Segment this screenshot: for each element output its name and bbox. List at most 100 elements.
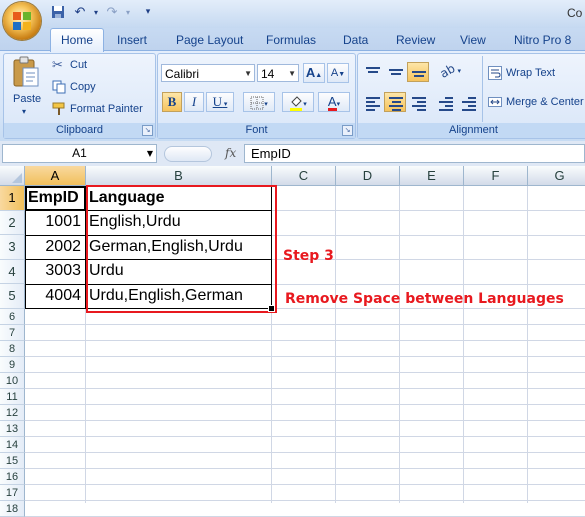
- underline-button[interactable]: U ▾: [206, 92, 234, 112]
- row-header-14[interactable]: 14: [0, 437, 25, 453]
- row-header-5[interactable]: 5: [0, 284, 25, 309]
- increase-indent-icon: [462, 97, 476, 113]
- office-button[interactable]: [3, 2, 41, 40]
- row-header-6[interactable]: 6: [0, 309, 25, 325]
- paste-button[interactable]: Paste ▾: [8, 56, 44, 118]
- gridline: [25, 468, 585, 469]
- redo-dropdown-icon[interactable]: ▾: [120, 4, 136, 20]
- clipboard-launcher-icon[interactable]: ↘: [142, 125, 153, 136]
- borders-icon: [250, 96, 264, 110]
- row-header-18[interactable]: 18: [0, 501, 25, 517]
- row-header-10[interactable]: 10: [0, 373, 25, 389]
- copy-button[interactable]: Copy: [52, 80, 96, 94]
- tab-view[interactable]: View: [460, 30, 486, 50]
- gridline: [25, 420, 585, 421]
- format-painter-label: Format Painter: [70, 102, 143, 115]
- row-header-11[interactable]: 11: [0, 389, 25, 405]
- name-box[interactable]: A1: [2, 144, 157, 163]
- font-size-select[interactable]: 14 ▼: [257, 64, 299, 82]
- copy-label: Copy: [70, 80, 96, 93]
- tab-review[interactable]: Review: [396, 30, 435, 50]
- column-header-g[interactable]: G: [528, 166, 585, 186]
- cell-a2[interactable]: 1001: [25, 213, 81, 231]
- row-header-2[interactable]: 2: [0, 210, 25, 235]
- align-bottom-button[interactable]: [407, 62, 429, 82]
- cell-a4[interactable]: 3003: [25, 262, 81, 280]
- tab-data[interactable]: Data: [343, 30, 368, 50]
- merge-center-label: Merge & Center: [506, 95, 584, 108]
- formula-value: EmpID: [251, 146, 291, 161]
- align-middle-button[interactable]: [384, 62, 406, 82]
- highlight-box: [86, 185, 277, 313]
- column-header-b[interactable]: B: [86, 166, 272, 186]
- align-left-button[interactable]: [361, 92, 383, 112]
- font-size-value: 14: [261, 67, 275, 81]
- orientation-button[interactable]: ab ▾: [436, 61, 464, 82]
- gridline: [25, 436, 585, 437]
- row-header-8[interactable]: 8: [0, 341, 25, 357]
- font-family-select[interactable]: Calibri ▼: [161, 64, 255, 82]
- insert-function-button[interactable]: fx: [225, 144, 236, 163]
- shrink-font-button[interactable]: A▼: [327, 63, 349, 83]
- cut-label: Cut: [70, 58, 88, 71]
- row-header-15[interactable]: 15: [0, 453, 25, 469]
- column-header-f[interactable]: F: [464, 166, 528, 186]
- customize-icon[interactable]: ▾: [140, 4, 156, 20]
- formula-input[interactable]: EmpID: [244, 144, 585, 163]
- borders-button[interactable]: ▾: [243, 92, 275, 112]
- font-launcher-icon[interactable]: ↘: [342, 125, 353, 136]
- bold-button[interactable]: B: [162, 92, 182, 112]
- fill-color-button[interactable]: ▾: [282, 92, 314, 112]
- wrap-text-button[interactable]: Wrap Text: [488, 66, 555, 80]
- chevron-down-icon[interactable]: ▼: [143, 144, 157, 163]
- column-header-a[interactable]: A: [25, 166, 86, 186]
- shrink-arrow-icon: ▼: [338, 71, 346, 78]
- undo-icon[interactable]: ↶: [72, 4, 88, 20]
- column-header-c[interactable]: C: [272, 166, 336, 186]
- chevron-down-icon: ▾: [336, 101, 341, 108]
- format-painter-button[interactable]: Format Painter: [52, 102, 143, 116]
- align-center-button[interactable]: [384, 92, 406, 112]
- cell-a5[interactable]: 4004: [25, 287, 81, 305]
- font-color-button[interactable]: A▾: [318, 92, 350, 112]
- column-header-e[interactable]: E: [400, 166, 464, 186]
- row-header-3[interactable]: 3: [0, 235, 25, 260]
- paste-icon: [13, 56, 39, 87]
- grow-arrow-icon: ▲: [315, 72, 323, 79]
- column-header-d[interactable]: D: [336, 166, 400, 186]
- merge-center-button[interactable]: Merge & Center: [488, 95, 584, 109]
- grow-font-button[interactable]: A▲: [303, 63, 325, 83]
- fill-handle[interactable]: [268, 305, 275, 312]
- gridline: [25, 372, 585, 373]
- row-header-12[interactable]: 12: [0, 405, 25, 421]
- tab-home[interactable]: Home: [50, 28, 104, 52]
- select-all-button[interactable]: [0, 166, 25, 186]
- tab-formulas[interactable]: Formulas: [266, 30, 316, 50]
- tab-nitro-pro[interactable]: Nitro Pro 8: [514, 30, 571, 50]
- alignment-separator: [482, 56, 483, 122]
- cell-a1[interactable]: EmpID: [28, 189, 79, 207]
- row-header-4[interactable]: 4: [0, 259, 25, 284]
- tab-page-layout[interactable]: Page Layout: [176, 30, 243, 50]
- row-header-16[interactable]: 16: [0, 469, 25, 485]
- gridline: [25, 484, 585, 485]
- align-top-button[interactable]: [361, 62, 383, 82]
- gridline: [25, 324, 585, 325]
- cut-button[interactable]: ✂ Cut: [52, 58, 87, 72]
- decrease-indent-button[interactable]: [434, 92, 456, 112]
- increase-indent-button[interactable]: [457, 92, 479, 112]
- save-icon[interactable]: [50, 4, 66, 20]
- align-right-button[interactable]: [407, 92, 429, 112]
- redo-icon[interactable]: ↷: [104, 4, 120, 20]
- step-annotation: Step 3: [283, 248, 334, 264]
- tab-insert[interactable]: Insert: [117, 30, 147, 50]
- cell-a3[interactable]: 2002: [25, 238, 81, 256]
- row-header-7[interactable]: 7: [0, 325, 25, 341]
- row-header-9[interactable]: 9: [0, 357, 25, 373]
- row-header-1[interactable]: 1: [0, 186, 25, 211]
- row-header-17[interactable]: 17: [0, 485, 25, 501]
- merge-center-icon: [488, 97, 502, 107]
- row-header-13[interactable]: 13: [0, 421, 25, 437]
- italic-button[interactable]: I: [184, 92, 204, 112]
- undo-dropdown-icon[interactable]: ▾: [88, 4, 104, 20]
